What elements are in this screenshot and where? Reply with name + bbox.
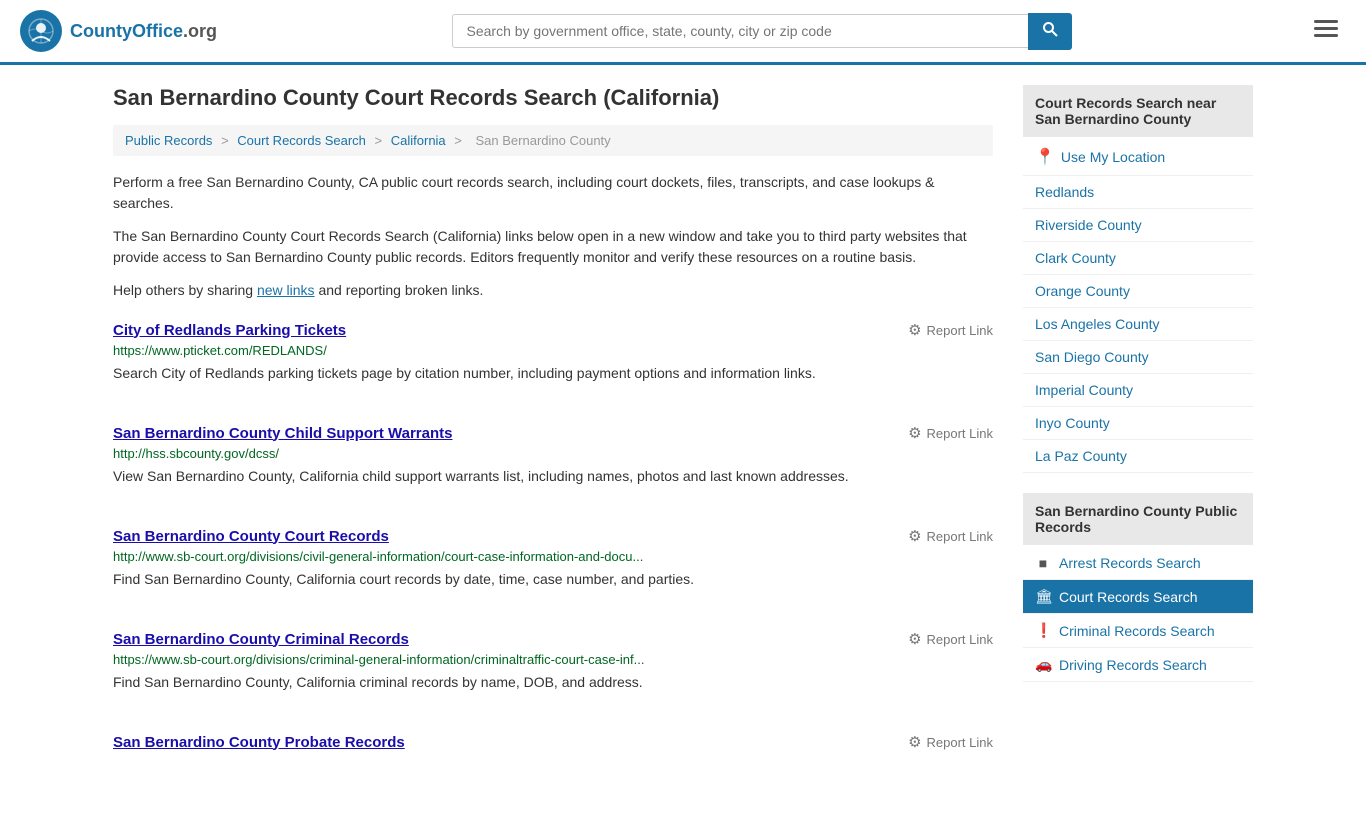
- page-title: San Bernardino County Court Records Sear…: [113, 85, 993, 111]
- result-item: San Bernardino County Probate Records ⚙ …: [113, 733, 993, 765]
- hamburger-icon: [1314, 20, 1338, 38]
- breadcrumb-court-records[interactable]: Court Records Search: [237, 133, 366, 148]
- report-link[interactable]: ⚙ Report Link: [908, 630, 993, 648]
- main-content: San Bernardino County Court Records Sear…: [83, 65, 1283, 815]
- report-icon: ⚙: [908, 321, 921, 339]
- records-item-criminal[interactable]: ❗ Criminal Records Search: [1023, 614, 1253, 648]
- result-title-link[interactable]: San Bernardino County Criminal Records: [113, 631, 409, 648]
- search-input[interactable]: [452, 14, 1028, 48]
- result-title-link[interactable]: San Bernardino County Child Support Warr…: [113, 425, 452, 442]
- public-records-header: San Bernardino County Public Records: [1023, 493, 1253, 545]
- result-item: San Bernardino County Criminal Records ⚙…: [113, 630, 993, 703]
- report-link[interactable]: ⚙ Report Link: [908, 424, 993, 442]
- result-title-row: City of Redlands Parking Tickets ⚙ Repor…: [113, 321, 993, 339]
- records-item-court[interactable]: 🏛 Court Records Search: [1023, 580, 1253, 614]
- criminal-icon: ❗: [1035, 622, 1051, 639]
- pin-icon: 📍: [1035, 147, 1055, 167]
- nearby-item-los-angeles[interactable]: Los Angeles County: [1023, 308, 1253, 341]
- result-url: https://www.pticket.com/REDLANDS/: [113, 343, 993, 358]
- nearby-item-san-diego[interactable]: San Diego County: [1023, 341, 1253, 374]
- report-icon: ⚙: [908, 527, 921, 545]
- result-desc: View San Bernardino County, California c…: [113, 466, 993, 487]
- court-icon: 🏛: [1035, 588, 1051, 605]
- left-content: San Bernardino County Court Records Sear…: [113, 85, 993, 795]
- result-title-row: San Bernardino County Court Records ⚙ Re…: [113, 527, 993, 545]
- help-text: Help others by sharing new links and rep…: [113, 280, 993, 301]
- logo-area: CountyOffice.org: [20, 10, 217, 52]
- result-title-row: San Bernardino County Child Support Warr…: [113, 424, 993, 442]
- search-icon: [1042, 21, 1058, 37]
- report-link[interactable]: ⚙ Report Link: [908, 527, 993, 545]
- result-item: City of Redlands Parking Tickets ⚙ Repor…: [113, 321, 993, 394]
- nearby-item-clark[interactable]: Clark County: [1023, 242, 1253, 275]
- result-url: https://www.sb-court.org/divisions/crimi…: [113, 652, 993, 667]
- result-desc: Find San Bernardino County, California c…: [113, 672, 993, 693]
- nearby-item-imperial[interactable]: Imperial County: [1023, 374, 1253, 407]
- result-url: http://www.sb-court.org/divisions/civil-…: [113, 549, 993, 564]
- search-area: [452, 13, 1072, 50]
- use-location-link[interactable]: Use My Location: [1061, 149, 1165, 165]
- header-right: [1306, 14, 1346, 48]
- report-icon: ⚙: [908, 733, 921, 751]
- public-records-section: San Bernardino County Public Records ■ A…: [1023, 493, 1253, 682]
- breadcrumb: Public Records > Court Records Search > …: [113, 125, 993, 156]
- breadcrumb-california[interactable]: California: [391, 133, 446, 148]
- nearby-item-inyo[interactable]: Inyo County: [1023, 407, 1253, 440]
- right-sidebar: Court Records Search near San Bernardino…: [1023, 85, 1253, 795]
- result-title-link[interactable]: San Bernardino County Probate Records: [113, 734, 405, 751]
- nearby-item-redlands[interactable]: Redlands: [1023, 176, 1253, 209]
- result-item: San Bernardino County Court Records ⚙ Re…: [113, 527, 993, 600]
- result-desc: Find San Bernardino County, California c…: [113, 569, 993, 590]
- nearby-item-riverside[interactable]: Riverside County: [1023, 209, 1253, 242]
- result-url: http://hss.sbcounty.gov/dcss/: [113, 446, 993, 461]
- result-title-link[interactable]: City of Redlands Parking Tickets: [113, 322, 346, 339]
- breadcrumb-public-records[interactable]: Public Records: [125, 133, 212, 148]
- nearby-item-la-paz[interactable]: La Paz County: [1023, 440, 1253, 473]
- result-title-row: San Bernardino County Probate Records ⚙ …: [113, 733, 993, 751]
- result-item: San Bernardino County Child Support Warr…: [113, 424, 993, 497]
- report-link[interactable]: ⚙ Report Link: [908, 733, 993, 751]
- nearby-header: Court Records Search near San Bernardino…: [1023, 85, 1253, 137]
- records-item-arrest[interactable]: ■ Arrest Records Search: [1023, 547, 1253, 580]
- use-location[interactable]: 📍 Use My Location: [1023, 139, 1253, 176]
- search-button[interactable]: [1028, 13, 1072, 50]
- driving-icon: 🚗: [1035, 656, 1051, 673]
- records-item-driving[interactable]: 🚗 Driving Records Search: [1023, 648, 1253, 682]
- logo-text: CountyOffice.org: [70, 21, 217, 42]
- header: CountyOffice.org: [0, 0, 1366, 65]
- description-1: Perform a free San Bernardino County, CA…: [113, 172, 993, 214]
- description-2: The San Bernardino County Court Records …: [113, 226, 993, 268]
- nearby-section: Court Records Search near San Bernardino…: [1023, 85, 1253, 473]
- result-desc: Search City of Redlands parking tickets …: [113, 363, 993, 384]
- arrest-icon: ■: [1035, 555, 1051, 571]
- new-links[interactable]: new links: [257, 282, 315, 298]
- result-title-row: San Bernardino County Criminal Records ⚙…: [113, 630, 993, 648]
- breadcrumb-current: San Bernardino County: [476, 133, 611, 148]
- report-icon: ⚙: [908, 630, 921, 648]
- nearby-item-orange[interactable]: Orange County: [1023, 275, 1253, 308]
- result-title-link[interactable]: San Bernardino County Court Records: [113, 528, 389, 545]
- logo-icon: [20, 10, 62, 52]
- menu-button[interactable]: [1306, 14, 1346, 48]
- report-link[interactable]: ⚙ Report Link: [908, 321, 993, 339]
- report-icon: ⚙: [908, 424, 921, 442]
